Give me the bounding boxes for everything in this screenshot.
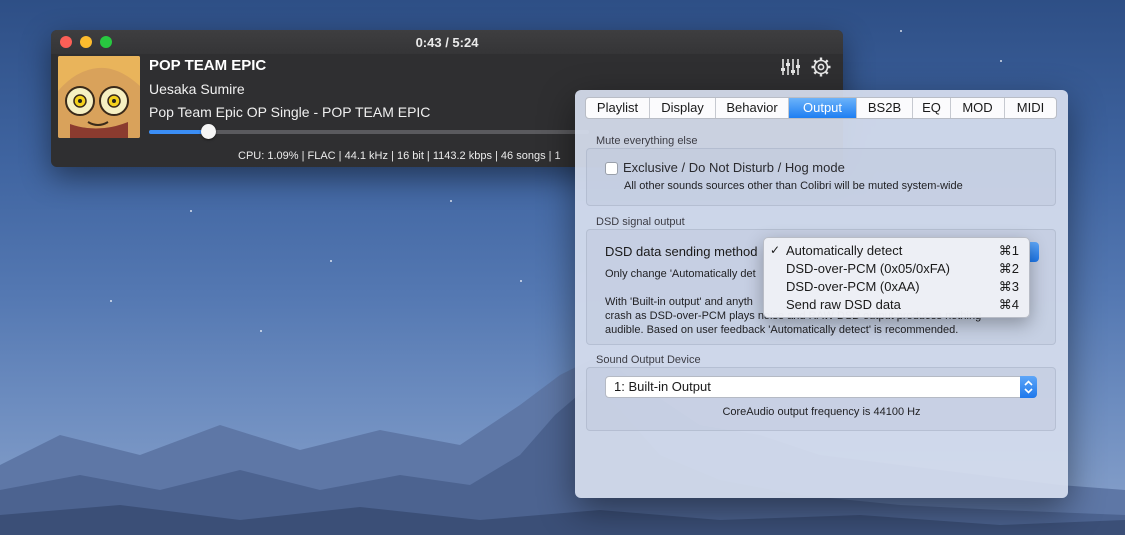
output-device-value: 1: Built-in Output xyxy=(614,379,711,394)
menu-item-shortcut: ⌘4 xyxy=(998,297,1019,312)
output-device-select[interactable]: 1: Built-in Output xyxy=(605,376,1037,398)
tab-playlist[interactable]: Playlist xyxy=(586,98,650,118)
exclusive-mode-label[interactable]: Exclusive / Do Not Disturb / Hog mode xyxy=(623,160,845,175)
mute-section-box xyxy=(586,148,1056,206)
menu-item-automatically-detect[interactable]: ✓ Automatically detect ⌘1 xyxy=(764,242,1029,260)
dsd-section-label: DSD signal output xyxy=(596,216,685,228)
menu-item-label: DSD-over-PCM (0x05/0xFA) xyxy=(786,261,950,276)
tab-display[interactable]: Display xyxy=(650,98,716,118)
dsd-note-line-4: audible. Based on user feedback 'Automat… xyxy=(605,324,959,336)
menu-item-label: Automatically detect xyxy=(786,243,903,258)
dsd-method-label: DSD data sending method xyxy=(605,244,758,259)
mute-section-label: Mute everything else xyxy=(596,135,698,147)
device-section-label: Sound Output Device xyxy=(596,354,701,366)
exclusive-mode-checkbox[interactable] xyxy=(605,162,618,175)
tab-behavior[interactable]: Behavior xyxy=(716,98,789,118)
select-arrows-icon[interactable] xyxy=(1020,376,1037,398)
menu-item-label: Send raw DSD data xyxy=(786,297,901,312)
tab-mod[interactable]: MOD xyxy=(951,98,1005,118)
progress-fill xyxy=(149,130,208,134)
dsd-method-select-arrow[interactable] xyxy=(1029,242,1039,262)
album-art xyxy=(58,56,140,138)
album-name: Pop Team Epic OP Single - POP TEAM EPIC xyxy=(149,104,431,120)
equalizer-button[interactable] xyxy=(779,56,801,78)
playback-time: 0:43 / 5:24 xyxy=(415,35,479,50)
equalizer-sliders-icon xyxy=(781,59,800,75)
title-bar[interactable]: 0:43 / 5:24 xyxy=(51,30,843,54)
dsd-method-menu: ✓ Automatically detect ⌘1 DSD-over-PCM (… xyxy=(763,237,1030,318)
preferences-tabs: Playlist Display Behavior Output BS2B EQ… xyxy=(585,97,1057,119)
checkmark-icon: ✓ xyxy=(770,243,781,257)
tab-bs2b[interactable]: BS2B xyxy=(857,98,913,118)
tab-eq[interactable]: EQ xyxy=(913,98,951,118)
output-frequency-text: CoreAudio output frequency is 44100 Hz xyxy=(722,406,921,418)
dsd-note-line-1: Only change 'Automatically det xyxy=(605,268,756,280)
progress-slider[interactable] xyxy=(149,124,589,139)
menu-item-label: DSD-over-PCM (0xAA) xyxy=(786,279,920,294)
tab-output[interactable]: Output xyxy=(789,98,857,118)
settings-button[interactable] xyxy=(810,56,832,78)
tab-midi[interactable]: MIDI xyxy=(1005,98,1056,118)
artist-name: Uesaka Sumire xyxy=(149,81,245,97)
song-title: POP TEAM EPIC xyxy=(149,57,267,74)
menu-item-shortcut: ⌘2 xyxy=(998,261,1019,276)
exclusive-mode-description: All other sounds sources other than Coli… xyxy=(624,180,963,192)
dsd-note-line-2: With 'Built-in output' and anyth xyxy=(605,296,753,308)
gear-icon xyxy=(811,57,831,77)
menu-item-shortcut: ⌘3 xyxy=(998,279,1019,294)
menu-item-send-raw-dsd[interactable]: Send raw DSD data ⌘4 xyxy=(764,296,1029,314)
menu-item-dsd-over-pcm-aa[interactable]: DSD-over-PCM (0xAA) ⌘3 xyxy=(764,278,1029,296)
menu-item-dsd-over-pcm-05fa[interactable]: DSD-over-PCM (0x05/0xFA) ⌘2 xyxy=(764,260,1029,278)
status-bar: CPU: 1.09% | FLAC | 44.1 kHz | 16 bit | … xyxy=(238,150,561,162)
progress-knob[interactable] xyxy=(200,124,216,139)
menu-item-shortcut: ⌘1 xyxy=(998,243,1019,258)
